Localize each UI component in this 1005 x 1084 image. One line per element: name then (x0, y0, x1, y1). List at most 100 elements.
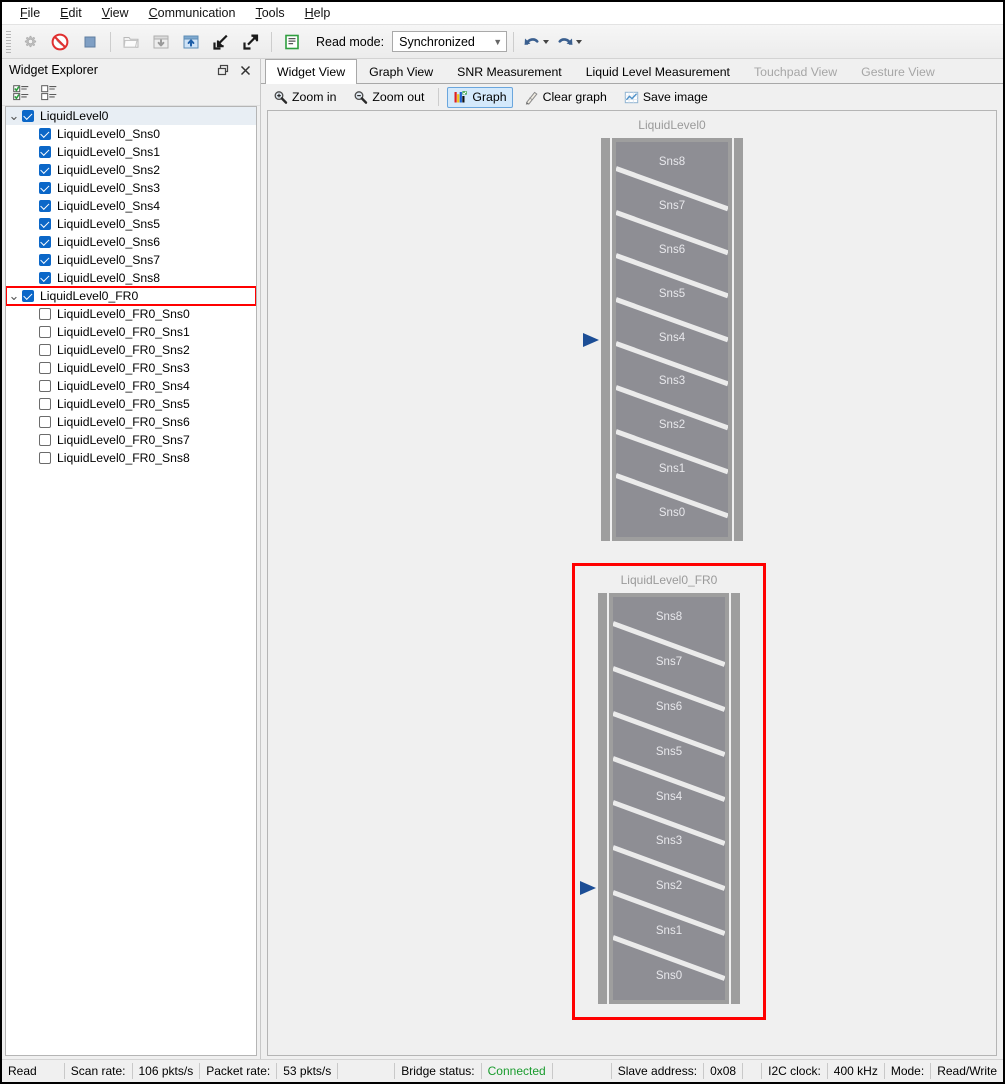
i2c-clock-value: 400 kHz (833, 1064, 878, 1078)
tab-liquid-level-measurement[interactable]: Liquid Level Measurement (574, 59, 742, 83)
read-from-device-icon[interactable] (147, 28, 175, 56)
tree-item-checkbox[interactable] (39, 254, 51, 266)
menu-item-communication[interactable]: Communication (139, 4, 246, 22)
tree-item[interactable]: LiquidLevel0_FR0_Sns0 (6, 305, 256, 323)
tree-item[interactable]: LiquidLevel0_FR0_Sns5 (6, 395, 256, 413)
check-all-icon[interactable] (10, 83, 32, 103)
read-mode-select[interactable]: Synchronized ▼ (392, 31, 508, 52)
tree-item-checkbox[interactable] (22, 290, 34, 302)
tree-item[interactable]: LiquidLevel0_FR0_Sns8 (6, 449, 256, 467)
tree-item[interactable]: ⌄ LiquidLevel0 (6, 107, 256, 125)
tree-item-label: LiquidLevel0_FR0_Sns0 (57, 307, 190, 321)
i2c-clock-label: I2C clock: (768, 1064, 821, 1078)
tab-widget-view[interactable]: Widget View (265, 59, 358, 84)
tree-item-checkbox[interactable] (39, 272, 51, 284)
tree-item[interactable]: LiquidLevel0_Sns8 (6, 269, 256, 287)
level-marker-icon (580, 881, 596, 896)
zoom-in-icon (273, 90, 288, 105)
float-panel-icon[interactable] (212, 60, 234, 80)
undo-dropdown-arrow[interactable] (543, 39, 550, 44)
stop-icon[interactable] (76, 28, 104, 56)
segment-label: Sns2 (655, 880, 683, 893)
tree-item-checkbox[interactable] (39, 308, 51, 320)
tree-item-label: LiquidLevel0_FR0_Sns4 (57, 379, 190, 393)
tree-item[interactable]: LiquidLevel0_FR0_Sns2 (6, 341, 256, 359)
tube-rail-left (598, 593, 607, 1004)
tab-snr-measurement[interactable]: SNR Measurement (445, 59, 574, 83)
redo-button[interactable] (553, 30, 584, 54)
tree-item-checkbox[interactable] (39, 344, 51, 356)
tree-item[interactable]: LiquidLevel0_Sns0 (6, 125, 256, 143)
log-icon[interactable] (278, 28, 306, 56)
tree-item[interactable]: ⌄ LiquidLevel0_FR0 (6, 286, 256, 306)
tree-item[interactable]: LiquidLevel0_Sns5 (6, 215, 256, 233)
tree-item[interactable]: LiquidLevel0_FR0_Sns1 (6, 323, 256, 341)
widget-canvas[interactable]: LiquidLevel0 Sns8 Sns7 Sns6 Sns5 Sns4 Sns3 Sns2… (267, 110, 997, 1056)
tree-item-checkbox[interactable] (39, 236, 51, 248)
tree-item-label: LiquidLevel0_FR0_Sns5 (57, 397, 190, 411)
liquid-level-widget[interactable]: LiquidLevel0_FR0 Sns8 Sns7 Sns6 Sns5 Sns4 Sns3… (572, 563, 766, 1020)
liquid-level-tube: Sns8 Sns7 Sns6 Sns5 Sns4 Sns3 Sns2 Sns1 Sns0 (583, 138, 743, 541)
tree-item[interactable]: LiquidLevel0_FR0_Sns4 (6, 377, 256, 395)
uncheck-all-icon[interactable] (38, 83, 60, 103)
zoom-in-button[interactable]: Zoom in (267, 87, 342, 108)
tree-item-checkbox[interactable] (39, 164, 51, 176)
menu-item-help[interactable]: Help (295, 4, 341, 22)
tree-item-checkbox[interactable] (39, 380, 51, 392)
import-icon[interactable] (207, 28, 235, 56)
toolbar-grip[interactable] (6, 30, 11, 53)
tree-item[interactable]: LiquidLevel0_Sns2 (6, 161, 256, 179)
tree-item-checkbox[interactable] (39, 128, 51, 140)
tree-item-label: LiquidLevel0_FR0_Sns7 (57, 433, 190, 447)
tree-item-checkbox[interactable] (39, 452, 51, 464)
disconnect-icon[interactable] (46, 28, 74, 56)
menu-item-file[interactable]: File (10, 4, 50, 22)
segment-divider (616, 385, 728, 431)
zoom-out-button[interactable]: Zoom out (347, 87, 430, 108)
save-image-button[interactable]: Save image (618, 87, 714, 108)
menu-item-tools[interactable]: Tools (245, 4, 294, 22)
segment-label: Sns8 (658, 155, 686, 168)
undo-button[interactable] (520, 30, 551, 54)
chevron-down-icon: ▼ (493, 36, 503, 47)
tree-item[interactable]: LiquidLevel0_Sns4 (6, 197, 256, 215)
tree-item-checkbox[interactable] (39, 218, 51, 230)
tree-item-checkbox[interactable] (22, 110, 34, 122)
close-icon[interactable] (234, 60, 256, 80)
tree-item-checkbox[interactable] (39, 434, 51, 446)
tree-item[interactable]: LiquidLevel0_FR0_Sns3 (6, 359, 256, 377)
tree-item-checkbox[interactable] (39, 326, 51, 338)
mode-value: Read/Write (937, 1064, 997, 1078)
tree-item-checkbox[interactable] (39, 398, 51, 410)
tree-item[interactable]: LiquidLevel0_FR0_Sns6 (6, 413, 256, 431)
write-to-device-icon[interactable] (177, 28, 205, 56)
configure-gear-icon[interactable] (16, 28, 44, 56)
tree-item-checkbox[interactable] (39, 200, 51, 212)
tree-item[interactable]: LiquidLevel0_Sns6 (6, 233, 256, 251)
tab-graph-view[interactable]: Graph View (357, 59, 445, 83)
segment-label: Sns5 (658, 287, 686, 300)
tree-item[interactable]: LiquidLevel0_FR0_Sns7 (6, 431, 256, 449)
button-label: Save image (642, 90, 708, 104)
tree-item[interactable]: LiquidLevel0_Sns1 (6, 143, 256, 161)
export-icon[interactable] (237, 28, 265, 56)
tree-item-checkbox[interactable] (39, 416, 51, 428)
chevron-down-icon[interactable]: ⌄ (6, 289, 22, 302)
clear-graph-button[interactable]: Clear graph (518, 87, 613, 108)
menu-item-view[interactable]: View (92, 4, 139, 22)
menu-item-edit[interactable]: Edit (50, 4, 92, 22)
graph-icon (453, 90, 468, 105)
tree-item[interactable]: LiquidLevel0_Sns7 (6, 251, 256, 269)
open-file-icon[interactable] (117, 28, 145, 56)
graph-button[interactable]: Graph (447, 86, 513, 108)
tree-item-checkbox[interactable] (39, 146, 51, 158)
widget-tree[interactable]: ⌄ LiquidLevel0 LiquidLevel0_Sns0 LiquidLeve… (5, 106, 257, 1056)
tree-item-checkbox[interactable] (39, 182, 51, 194)
tree-item-label: LiquidLevel0_Sns6 (57, 235, 160, 249)
redo-dropdown-arrow[interactable] (576, 39, 583, 44)
tree-item-checkbox[interactable] (39, 362, 51, 374)
chevron-down-icon[interactable]: ⌄ (6, 109, 22, 122)
liquid-level-widget[interactable]: LiquidLevel0 Sns8 Sns7 Sns6 Sns5 Sns4 Sns3 Sns2… (583, 111, 743, 548)
tree-item[interactable]: LiquidLevel0_Sns3 (6, 179, 256, 197)
status-mode: Read (8, 1064, 37, 1078)
